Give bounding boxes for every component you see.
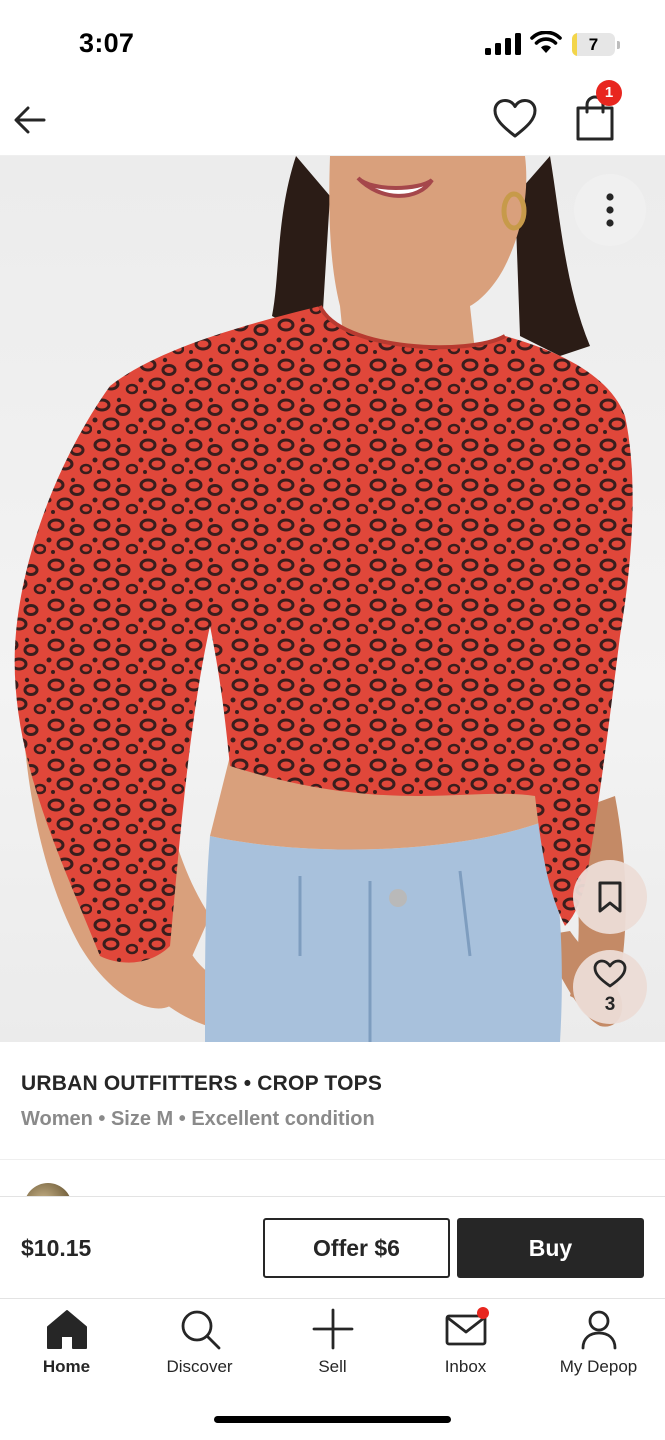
home-indicator[interactable] xyxy=(214,1416,451,1423)
buy-button[interactable]: Buy xyxy=(457,1218,644,1278)
user-icon xyxy=(581,1310,616,1350)
like-button[interactable]: 3 xyxy=(573,950,647,1024)
tab-my-depop-label: My Depop xyxy=(559,1357,638,1376)
signal-icon xyxy=(485,33,521,55)
tab-discover[interactable]: Discover xyxy=(133,1307,266,1387)
more-vertical-icon xyxy=(606,193,614,227)
status-time: 3:07 xyxy=(79,28,135,58)
tab-sell-label: Sell xyxy=(318,1357,347,1376)
product-header xyxy=(0,82,665,156)
more-options-button[interactable] xyxy=(574,174,646,246)
bookmark-icon xyxy=(598,881,622,913)
battery-level: 7 xyxy=(588,35,599,54)
cart-count-badge: 1 xyxy=(596,80,622,106)
inbox-notification-dot xyxy=(477,1307,489,1319)
tab-home[interactable]: Home xyxy=(0,1307,133,1387)
heart-outline-icon[interactable] xyxy=(492,97,538,141)
wifi-icon xyxy=(530,31,562,53)
product-info: URBAN OUTFITTERS • CROP TOPS Women • Siz… xyxy=(0,1042,665,1160)
brand-category-line[interactable]: URBAN OUTFITTERS • CROP TOPS xyxy=(21,1072,382,1096)
heart-outline-icon xyxy=(593,959,627,988)
product-image-carousel[interactable] xyxy=(0,156,665,1042)
search-icon xyxy=(181,1310,220,1350)
tab-home-label: Home xyxy=(42,1357,91,1376)
battery-body: 7 xyxy=(572,33,615,56)
arrow-left-icon[interactable] xyxy=(10,100,50,140)
product-photo xyxy=(14,156,633,1042)
tab-inbox[interactable]: Inbox xyxy=(399,1307,532,1387)
battery-cap xyxy=(617,41,620,49)
home-icon xyxy=(46,1310,87,1349)
plus-icon xyxy=(312,1308,353,1350)
tab-discover-label: Discover xyxy=(166,1357,233,1376)
save-button[interactable] xyxy=(573,860,647,934)
battery-icon: 7 xyxy=(572,33,620,56)
price: $10.15 xyxy=(21,1235,92,1261)
product-attributes: Women • Size M • Excellent condition xyxy=(21,1108,375,1130)
tab-my-depop[interactable]: My Depop xyxy=(532,1307,665,1387)
tab-sell[interactable]: Sell xyxy=(266,1307,399,1387)
status-bar: 3:07 7 xyxy=(0,0,665,82)
offer-button[interactable]: Offer $6 xyxy=(263,1218,450,1278)
like-count: 3 xyxy=(604,994,616,1015)
purchase-bar: $10.15 Offer $6 Buy xyxy=(0,1196,665,1299)
tab-inbox-label: Inbox xyxy=(444,1357,487,1376)
